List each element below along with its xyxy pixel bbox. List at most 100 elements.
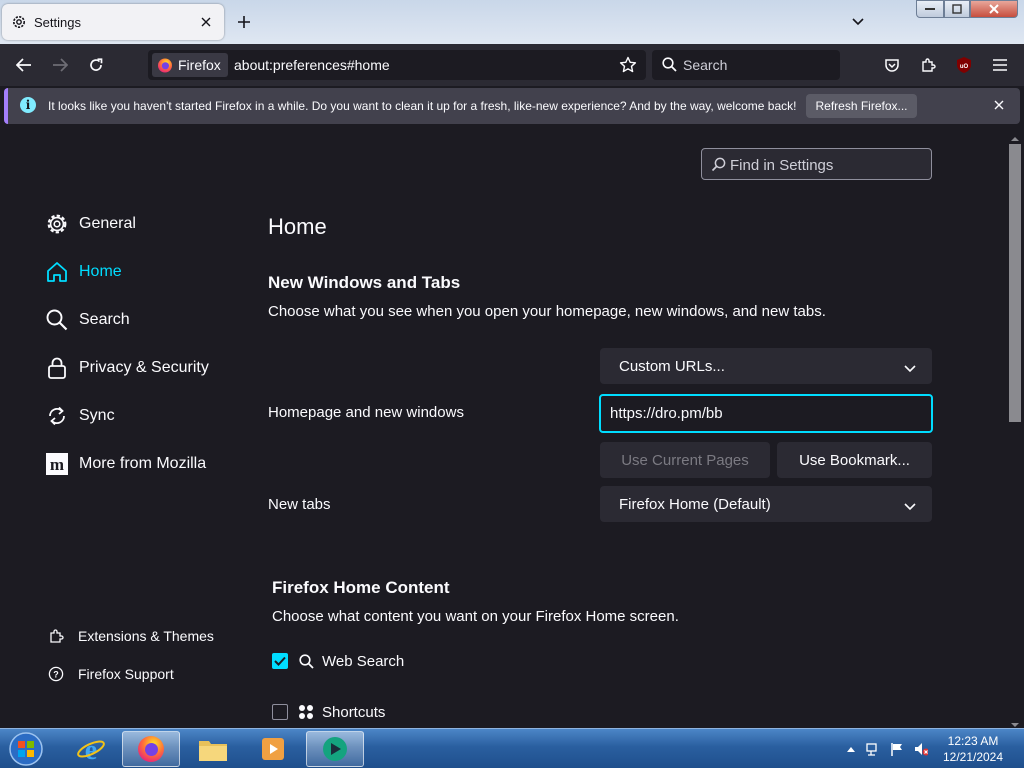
web-search-option[interactable]: Web Search <box>272 649 404 673</box>
scroll-down-arrow-icon[interactable] <box>1011 716 1019 727</box>
homepage-label: Homepage and new windows <box>268 404 464 421</box>
hamburger-menu-icon[interactable] <box>986 52 1014 78</box>
category-label: Privacy & Security <box>79 359 209 376</box>
firefox-logo-icon <box>157 57 173 73</box>
extensions-themes-link[interactable]: Extensions & Themes <box>46 624 214 648</box>
shortcuts-label: Shortcuts <box>322 703 386 721</box>
category-privacy[interactable]: Privacy & Security <box>44 351 209 385</box>
web-search-label: Web Search <box>322 652 405 670</box>
notification-message: It looks like you haven't started Firefo… <box>48 99 797 113</box>
minimize-button[interactable] <box>916 0 944 18</box>
svg-text:e: e <box>85 735 97 764</box>
scroll-up-arrow-icon[interactable] <box>1011 130 1019 141</box>
network-icon[interactable] <box>866 742 880 756</box>
shortcuts-checkbox[interactable] <box>272 704 288 720</box>
volume-muted-icon[interactable] <box>914 742 928 756</box>
refresh-firefox-button[interactable]: Refresh Firefox... <box>806 94 917 118</box>
clock-date: 12/21/2024 <box>942 750 1004 764</box>
media-player-taskbar-icon[interactable] <box>244 731 302 767</box>
new-windows-description: Choose what you see when you open your h… <box>268 303 826 320</box>
homepage-mode-select[interactable]: Custom URLs... <box>600 348 932 384</box>
web-search-checkbox[interactable] <box>272 653 288 669</box>
search-icon <box>297 652 315 670</box>
new-tabs-label: New tabs <box>268 496 331 513</box>
tab-settings[interactable]: Settings <box>2 4 224 40</box>
sync-icon <box>44 403 70 429</box>
mozilla-icon: m <box>44 451 70 477</box>
navigation-toolbar: Firefox about:preferences#home Search uO <box>0 44 1024 86</box>
preferences-content: Find in Settings General Home Search Pri… <box>0 126 1006 728</box>
use-current-pages-button[interactable]: Use Current Pages <box>600 442 770 478</box>
identity-box[interactable]: Firefox <box>152 53 228 77</box>
category-label: More from Mozilla <box>79 455 207 472</box>
pocket-icon[interactable] <box>878 52 906 78</box>
category-label: Search <box>79 311 130 328</box>
ublock-origin-icon[interactable]: uO <box>950 52 978 78</box>
category-sync[interactable]: Sync <box>44 399 115 433</box>
extensions-themes-label: Extensions & Themes <box>78 628 214 644</box>
svg-text:m: m <box>50 455 64 474</box>
system-clock[interactable]: 12:23 AM 12/21/2024 <box>930 733 1016 765</box>
windows-taskbar: e 12:23 AM 12/21/2024 <box>0 728 1024 768</box>
firefox-taskbar-icon[interactable] <box>122 731 180 767</box>
back-button[interactable] <box>10 52 38 78</box>
close-window-button[interactable] <box>970 0 1018 18</box>
category-more-from-mozilla[interactable]: m More from Mozilla <box>44 447 206 481</box>
bookmark-star-icon[interactable] <box>618 55 638 75</box>
url-text[interactable]: about:preferences#home <box>234 57 390 73</box>
chevron-down-icon <box>904 360 916 377</box>
forward-button[interactable] <box>46 52 74 78</box>
identity-label: Firefox <box>178 57 221 73</box>
info-icon: i <box>20 97 36 113</box>
search-icon <box>662 57 677 77</box>
file-explorer-taskbar-icon[interactable] <box>184 731 242 767</box>
search-bar[interactable]: Search <box>652 50 840 80</box>
scrollbar-thumb[interactable] <box>1009 144 1021 422</box>
internet-explorer-taskbar-icon[interactable]: e <box>62 731 120 767</box>
refresh-notification-bar: i It looks like you haven't started Fire… <box>4 88 1020 124</box>
shortcuts-grid-icon <box>297 703 315 721</box>
lock-icon <box>44 355 70 381</box>
home-content-heading: Firefox Home Content <box>272 578 450 597</box>
search-icon <box>711 157 726 177</box>
use-bookmark-button[interactable]: Use Bookmark... <box>777 442 932 478</box>
new-tab-button[interactable] <box>232 10 256 34</box>
category-label: Home <box>79 263 122 280</box>
maximize-button[interactable] <box>944 0 970 18</box>
category-home[interactable]: Home <box>44 255 122 289</box>
clock-time: 12:23 AM <box>947 734 999 748</box>
close-icon[interactable] <box>992 98 1006 112</box>
remote-app-taskbar-icon[interactable] <box>306 731 364 767</box>
new-tabs-value: Firefox Home (Default) <box>619 495 771 513</box>
home-icon <box>44 259 70 285</box>
gear-icon <box>44 211 70 237</box>
tab-title: Settings <box>34 14 81 30</box>
find-in-settings-input[interactable]: Find in Settings <box>701 148 932 180</box>
shortcuts-option[interactable]: Shortcuts <box>272 700 385 724</box>
list-all-tabs-button[interactable] <box>846 10 870 34</box>
scrollbar[interactable] <box>1006 126 1024 728</box>
category-general[interactable]: General <box>44 207 136 241</box>
category-search[interactable]: Search <box>44 303 130 337</box>
action-center-flag-icon[interactable] <box>890 742 904 756</box>
search-icon <box>44 307 70 333</box>
reload-button[interactable] <box>82 52 110 78</box>
home-content-description: Choose what content you want on your Fir… <box>272 608 679 625</box>
puzzle-icon <box>46 626 66 646</box>
extensions-puzzle-icon[interactable] <box>914 52 942 78</box>
close-tab-icon[interactable] <box>196 12 216 32</box>
category-label: General <box>79 215 136 232</box>
homepage-url-input[interactable]: https://dro.pm/bb <box>599 394 933 433</box>
find-placeholder: Find in Settings <box>730 157 834 174</box>
new-windows-heading: New Windows and Tabs <box>268 273 461 292</box>
show-hidden-icons-icon[interactable] <box>844 742 858 756</box>
svg-text:uO: uO <box>960 64 969 70</box>
new-tabs-select[interactable]: Firefox Home (Default) <box>600 486 932 522</box>
svg-text:?: ? <box>53 670 59 680</box>
window-controls <box>916 0 1020 20</box>
help-icon: ? <box>46 664 66 684</box>
start-button[interactable] <box>4 730 48 768</box>
url-bar[interactable]: Firefox about:preferences#home <box>148 50 646 80</box>
homepage-mode-value: Custom URLs... <box>619 357 725 375</box>
firefox-support-link[interactable]: ? Firefox Support <box>46 662 174 686</box>
